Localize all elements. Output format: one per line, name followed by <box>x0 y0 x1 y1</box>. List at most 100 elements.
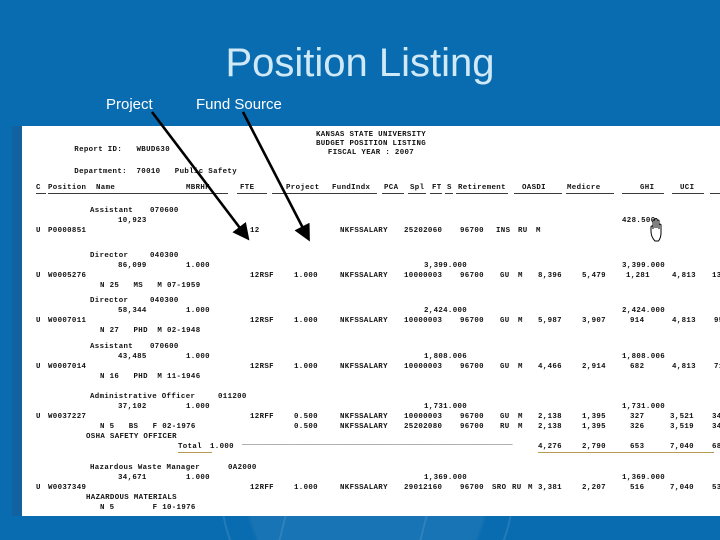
record-amount2: 1,731.000 <box>424 403 468 411</box>
record-oasdi: 2,207 <box>582 484 606 492</box>
record-ghi: 3,521 <box>670 413 694 421</box>
record-oasdi: 2,914 <box>582 363 606 371</box>
record-fte: 1.000 <box>294 317 318 325</box>
record-project: NKFSSALARY <box>340 272 388 280</box>
callout-label-fund-source: Fund Source <box>196 96 282 113</box>
record-retirement: 4,466 <box>538 363 562 371</box>
record-s: M <box>536 227 541 235</box>
record-medicre: 1,281 <box>626 272 650 280</box>
record-mbrhf: 12RFF <box>250 484 274 492</box>
record-s: M <box>518 363 523 371</box>
record-detail: N 5 BS F 02-1976 <box>100 423 196 431</box>
record-medicre: 682 <box>630 363 645 371</box>
record-oasdi: 5,479 <box>582 272 606 280</box>
record-detail-medicre: 326 <box>630 423 645 431</box>
record-ft: RU <box>512 484 522 492</box>
record-fundindx: 10000003 <box>404 272 443 280</box>
record-title: Director <box>90 297 129 305</box>
total-underline-right <box>538 452 714 453</box>
record-position: W0037349 <box>48 484 87 492</box>
record-project: NKFSSALARY <box>340 413 388 421</box>
record-pca: 96700 <box>460 227 484 235</box>
record-project: NKFSSALARY <box>340 363 388 371</box>
record-spl: GU <box>500 363 510 371</box>
record-spl: INS <box>496 227 511 235</box>
record-ghi: 4,813 <box>672 317 696 325</box>
record-fundindx: 25202060 <box>404 227 443 235</box>
record-amount-top: 1,808.006 <box>622 353 666 361</box>
record-c: U <box>36 227 41 235</box>
record-extra: OSHA SAFETY OFFICER <box>86 433 177 441</box>
slide-canvas: Position Listing Project Fund Source Rep… <box>0 0 720 540</box>
record-ghi: 4,813 <box>672 363 696 371</box>
record-amount2: 1,369.000 <box>424 474 468 482</box>
record-detail-s: M <box>518 423 523 431</box>
record-s: M <box>528 484 533 492</box>
record-ft: RU <box>518 227 528 235</box>
record-amount-top: 2,424.000 <box>622 307 666 315</box>
record-title-code: 070600 <box>150 207 179 215</box>
record-title: Administrative Officer <box>90 393 196 401</box>
record-title: Director <box>90 252 129 260</box>
record-spl: GU <box>500 413 510 421</box>
record-fte: 1.000 <box>294 484 318 492</box>
record-fundindx: 10000003 <box>404 413 443 421</box>
record-s: M <box>518 272 523 280</box>
record-pca: 96700 <box>460 272 484 280</box>
record-spl: GU <box>500 317 510 325</box>
record-retirement: 8,396 <box>538 272 562 280</box>
record-amount-top: 1,731.000 <box>622 403 666 411</box>
record-retirement: 5,987 <box>538 317 562 325</box>
report-sheet: Report ID: WBUD630 KANSAS STATE UNIVERSI… <box>12 126 720 516</box>
record-position: W0005276 <box>48 272 87 280</box>
hand-cursor-icon <box>650 217 662 242</box>
record-mbrhf: 12RSF <box>250 317 274 325</box>
record-uci: 133 <box>712 272 720 280</box>
record-medicre: 516 <box>630 484 645 492</box>
record-position: W0037227 <box>48 413 87 421</box>
record-mbrhf: 12RSF <box>250 272 274 280</box>
record-ghi: 4,813 <box>672 272 696 280</box>
record-fundindx: 10000003 <box>404 363 443 371</box>
record-c: U <box>36 272 41 280</box>
record-fte: 0.500 <box>294 413 318 421</box>
record-title-code: 011200 <box>218 393 247 401</box>
record-position: P0000851 <box>48 227 87 235</box>
record-fundindx: 10000003 <box>404 317 443 325</box>
record-ghi: 7,040 <box>670 484 694 492</box>
record-uci: 53 <box>712 484 720 492</box>
record-title-code: 040300 <box>150 252 179 260</box>
record-detail-ft: RU <box>500 423 510 431</box>
record-pca: 96700 <box>460 484 484 492</box>
record-fte-top: 1.000 <box>186 353 210 361</box>
record-project: NKFSSALARY <box>340 484 388 492</box>
record-amount-top: 1,369.000 <box>622 474 666 482</box>
record-uci: 71 <box>714 363 720 371</box>
record-detail-fte: 0.500 <box>294 423 318 431</box>
record-fte: 1.000 <box>294 272 318 280</box>
record-detail: N 27 PHD M 02-1948 <box>100 327 201 335</box>
record-amount2: 2,424.000 <box>424 307 468 315</box>
record-amount-top: 3,399.000 <box>622 262 666 270</box>
record-c: U <box>36 317 41 325</box>
record-pca: 96700 <box>460 317 484 325</box>
record-position: W0007011 <box>48 317 87 325</box>
record-title-code: 070600 <box>150 343 179 351</box>
record-title: Hazardous Waste Manager <box>90 464 201 472</box>
record-extra: HAZARDOUS MATERIALS <box>86 494 177 502</box>
record-uci: 95 <box>714 317 720 325</box>
record-title-code: 040300 <box>150 297 179 305</box>
record-fte-top: 1.000 <box>186 403 210 411</box>
record-amount2: 1,808.006 <box>424 353 468 361</box>
record-detail: N 5 F 10-1976 <box>100 504 196 512</box>
record-fte-top: 1.000 <box>186 474 210 482</box>
department-label: Department: <box>74 167 127 176</box>
record-pca: 96700 <box>460 363 484 371</box>
record-s: M <box>518 317 523 325</box>
record-pca: 96700 <box>460 413 484 421</box>
record-title: Assistant <box>90 207 134 215</box>
record-mbrhf: 12RSF <box>250 363 274 371</box>
record-detail-pca: 96700 <box>460 423 484 431</box>
record-project: NKFSSALARY <box>340 227 388 235</box>
record-salary: 34,671 <box>118 474 147 482</box>
